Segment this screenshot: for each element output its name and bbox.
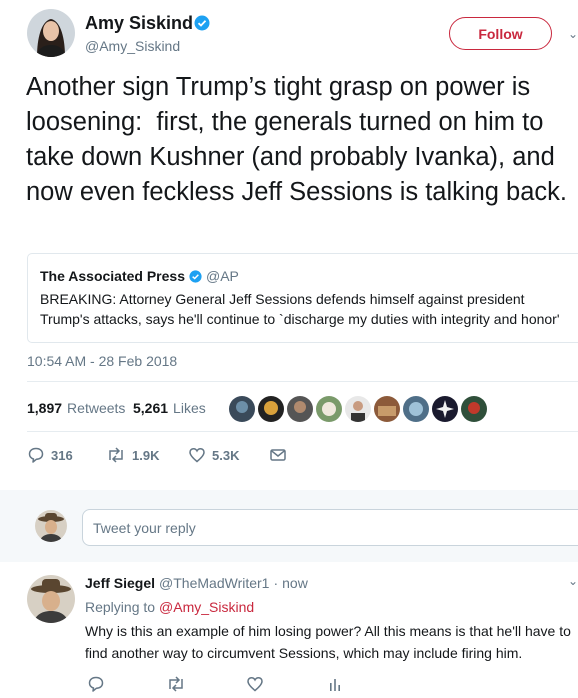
- analytics-icon[interactable]: [326, 675, 344, 698]
- retweet-count: 1.9K: [132, 447, 160, 463]
- replying-to-handle[interactable]: @Amy_Siskind: [159, 599, 254, 615]
- tweet-text: Another sign Trump’s tight grasp on powe…: [26, 73, 567, 206]
- reply-author-handle[interactable]: @TheMadWriter1: [159, 575, 269, 591]
- divider: [27, 381, 578, 382]
- author-handle[interactable]: @Amy_Siskind: [85, 38, 180, 54]
- follow-button[interactable]: Follow: [449, 17, 552, 50]
- quoted-author-handle: @AP: [206, 268, 239, 284]
- retweets-label: Retweets: [67, 400, 126, 416]
- mail-icon: [269, 446, 287, 464]
- retweet-icon: [106, 446, 126, 464]
- reply-input[interactable]: Tweet your reply: [82, 509, 578, 546]
- liker-avatar[interactable]: [402, 395, 430, 423]
- quoted-tweet-text: BREAKING: Attorney General Jeff Sessions…: [40, 291, 560, 327]
- separator: ·: [273, 575, 279, 591]
- likes-stat[interactable]: 5,261 Likes: [133, 400, 206, 416]
- reply-time[interactable]: now: [282, 575, 308, 591]
- quoted-tweet[interactable]: The Associated Press @AP BREAKING: Attor…: [27, 253, 578, 343]
- replying-to: Replying to @Amy_Siskind: [85, 599, 254, 615]
- reply-author-name[interactable]: Jeff Siegel: [85, 575, 155, 591]
- liker-avatar[interactable]: [257, 395, 285, 423]
- reply-icon: [27, 446, 45, 464]
- liker-avatar[interactable]: [431, 395, 459, 423]
- author-name[interactable]: Amy Siskind: [85, 13, 193, 34]
- liker-avatar[interactable]: [286, 395, 314, 423]
- likes-label: Likes: [173, 400, 206, 416]
- like-count: 5.3K: [212, 447, 240, 463]
- reply-input-placeholder: Tweet your reply: [93, 519, 196, 536]
- liker-avatar[interactable]: [460, 395, 488, 423]
- liker-avatar[interactable]: [344, 395, 372, 423]
- retweet-icon[interactable]: [166, 675, 186, 698]
- likes-count: 5,261: [133, 400, 169, 416]
- current-user-avatar: [35, 510, 67, 542]
- reply-header: Jeff Siegel @TheMadWriter1 · now: [85, 575, 308, 591]
- like-action[interactable]: 5.3K: [188, 446, 239, 464]
- retweets-count: 1,897: [27, 400, 63, 416]
- quoted-author-name: The Associated Press: [40, 268, 185, 284]
- heart-icon[interactable]: [246, 675, 264, 698]
- liker-avatars: [228, 395, 488, 423]
- reply-action[interactable]: 316: [27, 446, 73, 464]
- liker-avatar[interactable]: [228, 395, 256, 423]
- direct-message-action[interactable]: [269, 446, 287, 464]
- reply-icon[interactable]: [87, 675, 105, 698]
- reply-text: Why is this an example of him losing pow…: [85, 623, 571, 661]
- verified-badge-icon: [194, 15, 210, 36]
- liker-avatar[interactable]: [373, 395, 401, 423]
- retweet-action[interactable]: 1.9K: [106, 446, 159, 464]
- verified-badge-icon: [189, 269, 202, 283]
- reply-count: 316: [51, 447, 73, 463]
- replying-to-label: Replying to: [85, 599, 156, 615]
- retweets-stat[interactable]: 1,897 Retweets: [27, 400, 125, 416]
- chevron-down-icon[interactable]: ⌄: [568, 27, 578, 41]
- liker-avatar[interactable]: [315, 395, 343, 423]
- tweet-timestamp[interactable]: 10:54 AM - 28 Feb 2018: [27, 353, 177, 369]
- reply-author-avatar[interactable]: [27, 575, 75, 623]
- chevron-down-icon[interactable]: ⌄: [568, 574, 578, 588]
- divider: [27, 431, 578, 432]
- heart-icon: [188, 446, 206, 464]
- author-avatar[interactable]: [27, 9, 75, 57]
